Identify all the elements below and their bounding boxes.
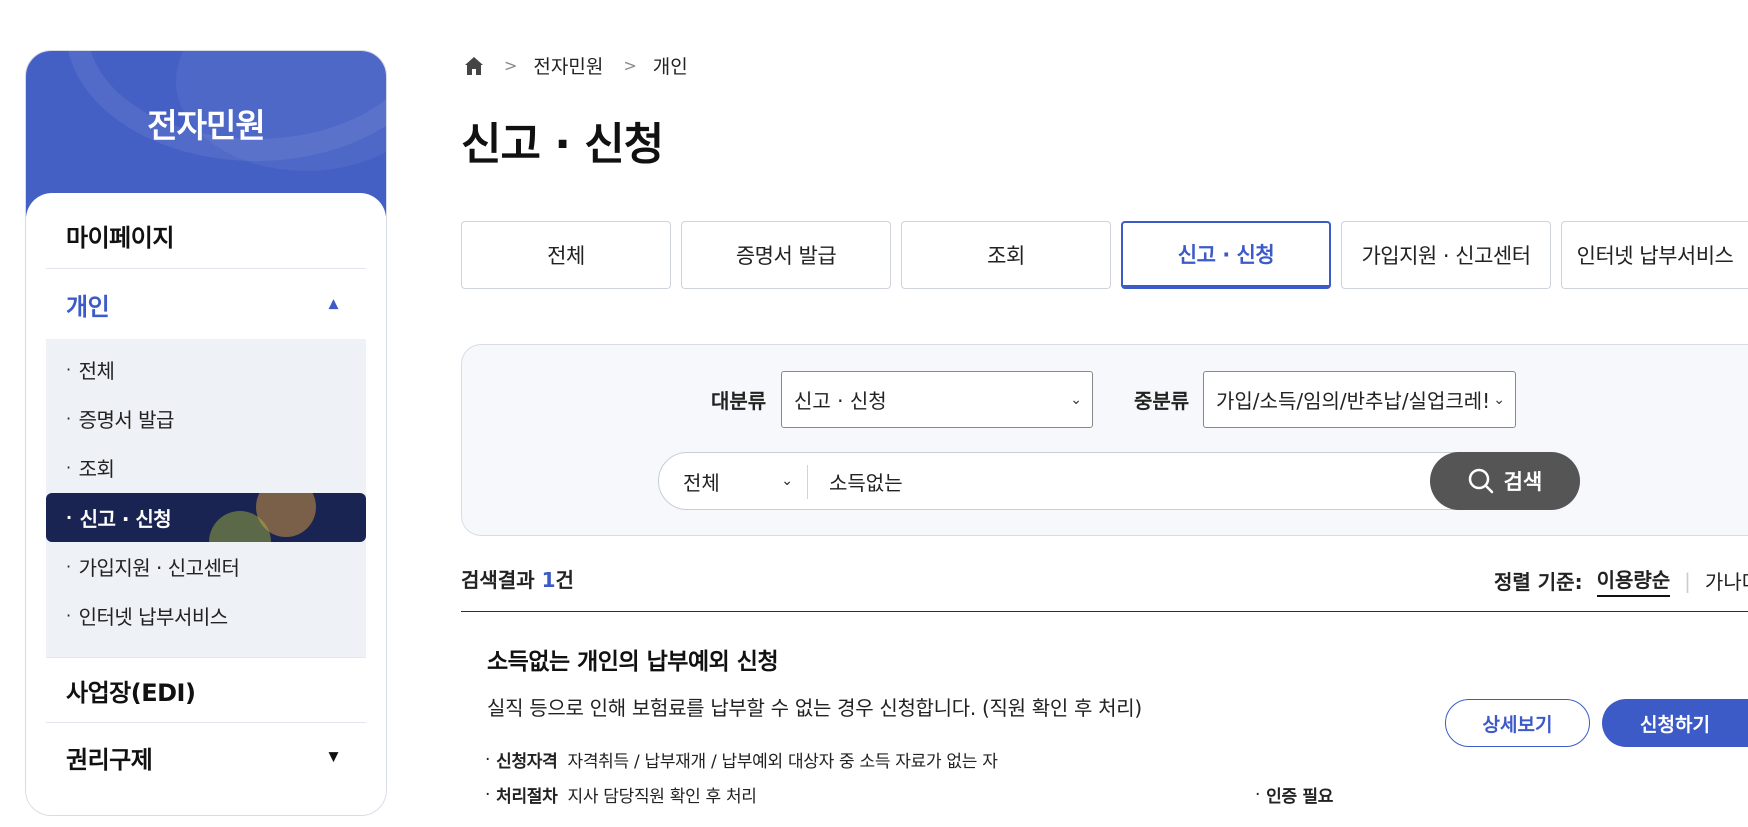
minor-category-select[interactable]: 가입/소득/임의/반추납/실업크레! ⌄ <box>1203 371 1516 428</box>
eligibility-value: 자격취득 / 납부재개 / 납부예외 대상자 중 소득 자료가 없는 자 <box>567 752 998 772</box>
breadcrumb: > 전자민원 > 개인 <box>464 52 688 79</box>
breadcrumb-item[interactable]: 전자민원 <box>533 52 603 79</box>
sort-option-alphabetical[interactable]: 가나다 <box>1705 566 1748 595</box>
minor-category-label: 중분류 <box>1134 389 1190 413</box>
chevron-down-icon: ⌄ <box>1070 391 1082 408</box>
bullet: · <box>485 784 491 805</box>
submenu-item-label: 신고 · 신청 <box>79 507 172 531</box>
search-panel: 대분류 신고 · 신청 ⌄ 중분류 가입/소득/임의/반추납/실업크레! ⌄ 전… <box>461 344 1748 536</box>
select-value: 전체 <box>683 470 720 495</box>
sort-options: 정렬 기준: 이용량순 | 가나다 <box>1494 564 1748 597</box>
sort-separator: | <box>1684 568 1691 593</box>
menu-item-business-edi[interactable]: 사업장(EDI) <box>46 657 366 723</box>
result-item-title[interactable]: 소득없는 개인의 납부예외 신청 <box>487 642 779 676</box>
result-item-description: 실직 등으로 인해 보험료를 납부할 수 없는 경우 신청합니다. (직원 확인… <box>487 696 1142 720</box>
tab-support-center[interactable]: 가입지원 · 신고센터 <box>1341 221 1551 289</box>
submenu-item-label: 조회 <box>78 457 115 481</box>
result-prefix: 검색결과 <box>461 568 542 592</box>
submenu-item-label: 전체 <box>78 359 115 383</box>
submenu-item-report-apply[interactable]: · 신고 · 신청 <box>46 493 366 542</box>
bullet: · <box>1255 784 1261 805</box>
bullet: · <box>66 360 71 379</box>
bullet: · <box>66 508 72 527</box>
bullet: · <box>66 409 71 428</box>
caret-down-icon: ▼ <box>328 749 339 765</box>
eligibility-info: · 신청자격 자격취득 / 납부재개 / 납부예외 대상자 중 소득 자료가 없… <box>485 747 998 773</box>
menu-item-mypage[interactable]: 마이페이지 <box>46 203 366 269</box>
search-icon <box>1468 468 1493 494</box>
search-scope-select[interactable]: 전체 ⌄ <box>683 453 793 509</box>
divider <box>807 465 808 499</box>
submenu-item-all[interactable]: · 전체 <box>46 345 366 394</box>
process-value: 지사 담당직원 확인 후 처리 <box>567 787 757 807</box>
results-divider <box>461 611 1748 612</box>
menu-item-label: 사업장(EDI) <box>66 678 196 707</box>
select-value: 신고 · 신청 <box>794 389 887 413</box>
submenu-item-label: 인터넷 납부서비스 <box>78 605 229 629</box>
bullet: · <box>485 749 491 770</box>
major-category-label: 대분류 <box>711 389 767 413</box>
apply-button[interactable]: 신청하기 <box>1602 699 1748 747</box>
page-title: 신고 · 신청 <box>461 119 664 170</box>
tab-all[interactable]: 전체 <box>461 221 671 289</box>
submenu-item-internet-payment[interactable]: · 인터넷 납부서비스 <box>46 591 366 640</box>
major-category-select[interactable]: 신고 · 신청 ⌄ <box>781 371 1093 428</box>
submenu-item-certificate[interactable]: · 증명서 발급 <box>46 394 366 443</box>
menu-item-label: 마이페이지 <box>66 224 174 252</box>
home-icon[interactable] <box>464 56 484 76</box>
category-tabs: 전체 증명서 발급 조회 신고 · 신청 가입지원 · 신고센터 인터넷 납부서… <box>461 221 1748 289</box>
tab-internet-payment[interactable]: 인터넷 납부서비스 <box>1561 221 1748 289</box>
tab-report-apply[interactable]: 신고 · 신청 <box>1121 221 1331 289</box>
result-suffix: 건 <box>555 568 574 592</box>
bullet: · <box>66 557 71 576</box>
menu-item-rights-relief[interactable]: 권리구제 ▼ <box>46 724 366 790</box>
submenu-personal: · 전체 · 증명서 발급 · 조회 · 신고 · 신청 · 가입지원 · 신고… <box>46 339 366 657</box>
submenu-item-support-center[interactable]: · 가입지원 · 신고센터 <box>46 542 366 591</box>
search-input[interactable] <box>829 461 1389 501</box>
search-button[interactable]: 검색 <box>1430 452 1580 510</box>
detail-button[interactable]: 상세보기 <box>1445 699 1590 747</box>
select-value: 가입/소득/임의/반추납/실업크레! <box>1216 389 1491 413</box>
tab-inquiry[interactable]: 조회 <box>901 221 1111 289</box>
menu-item-personal[interactable]: 개인 ▲ <box>46 271 366 337</box>
menu-item-label: 개인 <box>66 292 110 321</box>
tab-certificate[interactable]: 증명서 발급 <box>681 221 891 289</box>
bullet: · <box>66 458 71 477</box>
process-info: · 처리절차 지사 담당직원 확인 후 처리 <box>485 782 757 808</box>
sidebar: 전자민원 마이페이지 개인 ▲ · 전체 · 증명서 발급 · 조회 · 신고 … <box>25 50 387 816</box>
chevron-down-icon: ⌄ <box>1493 391 1505 408</box>
breadcrumb-separator: > <box>623 56 637 75</box>
sort-label: 정렬 기준: <box>1494 570 1583 594</box>
submenu-item-label: 가입지원 · 신고센터 <box>78 556 240 580</box>
search-button-label: 검색 <box>1503 470 1543 494</box>
sort-option-usage[interactable]: 이용량순 <box>1596 564 1671 597</box>
caret-up-icon: ▲ <box>328 296 339 312</box>
sidebar-title: 전자민원 <box>147 106 265 145</box>
auth-required-info: · 인증 필요 <box>1255 782 1343 808</box>
result-count: 검색결과 1건 <box>461 564 574 593</box>
process-key: 처리절차 <box>496 787 558 807</box>
auth-required-label: 인증 필요 <box>1266 787 1334 807</box>
submenu-item-label: 증명서 발급 <box>78 408 175 432</box>
sidebar-header: 전자민원 <box>26 51 386 216</box>
chevron-down-icon: ⌄ <box>781 473 793 489</box>
eligibility-key: 신청자격 <box>496 752 558 772</box>
search-bar: 전체 ⌄ 검색 <box>658 452 1580 510</box>
submenu-item-inquiry[interactable]: · 조회 <box>46 443 366 492</box>
bullet: · <box>66 606 71 625</box>
menu-item-label: 권리구제 <box>66 745 153 774</box>
breadcrumb-item[interactable]: 개인 <box>653 52 688 79</box>
breadcrumb-separator: > <box>504 56 518 75</box>
result-number: 1 <box>541 568 556 592</box>
